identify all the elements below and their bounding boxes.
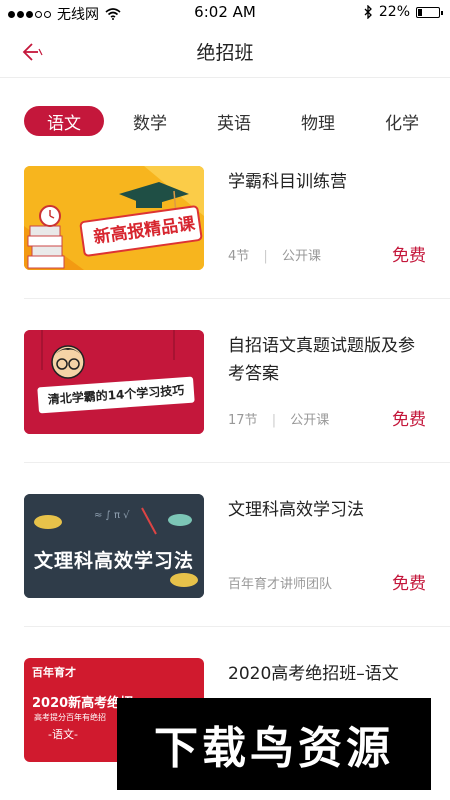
course-item[interactable]: 新高报精品课 学霸科目训练营 4节 | 公开课 免费 (24, 166, 426, 270)
tab-chemistry[interactable]: 化学 (360, 106, 444, 136)
course-meta: 百年育才讲师团队 (228, 573, 332, 592)
brand-label: 百年育才 (32, 666, 76, 679)
tab-english[interactable]: 英语 (192, 106, 276, 136)
battery-icon (416, 6, 443, 18)
page-title: 绝招班 (196, 42, 254, 64)
divider (24, 462, 450, 463)
course-price: 免费 (392, 410, 426, 430)
course-title: 自招语文真题试题版及参考答案 (228, 336, 415, 384)
course-banner-text: 文理科高效学习法 (33, 550, 194, 572)
course-thumbnail: 新高报精品课 (24, 166, 204, 270)
course-type: 公开课 (281, 249, 321, 264)
course-banner-tag: -语文- (48, 728, 78, 741)
svg-text:≈ ∫ π √: ≈ ∫ π √ (94, 510, 130, 521)
course-meta: 4节 | 公开课 (228, 249, 321, 264)
course-item[interactable]: ≈ ∫ π √ 文理科高效学习法 文理科高效学习法 百年育才讲师团队 免费 (24, 494, 426, 598)
course-price: 免费 (392, 246, 426, 266)
watermark-overlay: 下载鸟资源 (117, 698, 431, 790)
divider (24, 626, 450, 627)
course-price: 免费 (392, 574, 426, 594)
tab-math[interactable]: 数学 (108, 106, 192, 136)
lesson-count: 4节 (228, 249, 250, 264)
course-thumbnail: 清北学霸的14个学习技巧 (24, 330, 204, 434)
course-item[interactable]: 清北学霸的14个学习技巧 自招语文真题试题版及参考答案 17节 | 公开课 免费 (24, 330, 426, 434)
status-right: 22% (363, 4, 443, 20)
course-teacher: 百年育才讲师团队 (228, 577, 333, 592)
divider (24, 298, 450, 299)
battery-percent: 22% (378, 4, 410, 20)
subject-tabs: 语文 数学 英语 物理 化学 (24, 104, 450, 138)
course-meta: 17节 | 公开课 (228, 413, 330, 428)
tab-physics[interactable]: 物理 (276, 106, 360, 136)
course-thumbnail: ≈ ∫ π √ 文理科高效学习法 (24, 494, 204, 598)
lesson-count: 17节 (228, 413, 258, 428)
course-banner-subtext: 高考提分百年有绝招 (34, 713, 106, 722)
status-bar: 无线网 6:02 AM 22% (0, 0, 450, 26)
tab-chinese[interactable]: 语文 (24, 106, 104, 136)
course-title: 文理科高效学习法 (228, 500, 364, 520)
battery-fill (418, 8, 422, 16)
course-title: 2020高考绝招班–语文 (228, 664, 399, 684)
bluetooth-icon (364, 5, 372, 19)
course-type: 公开课 (290, 413, 330, 428)
course-title: 学霸科目训练营 (228, 172, 347, 192)
header: 绝招班 (0, 26, 450, 78)
